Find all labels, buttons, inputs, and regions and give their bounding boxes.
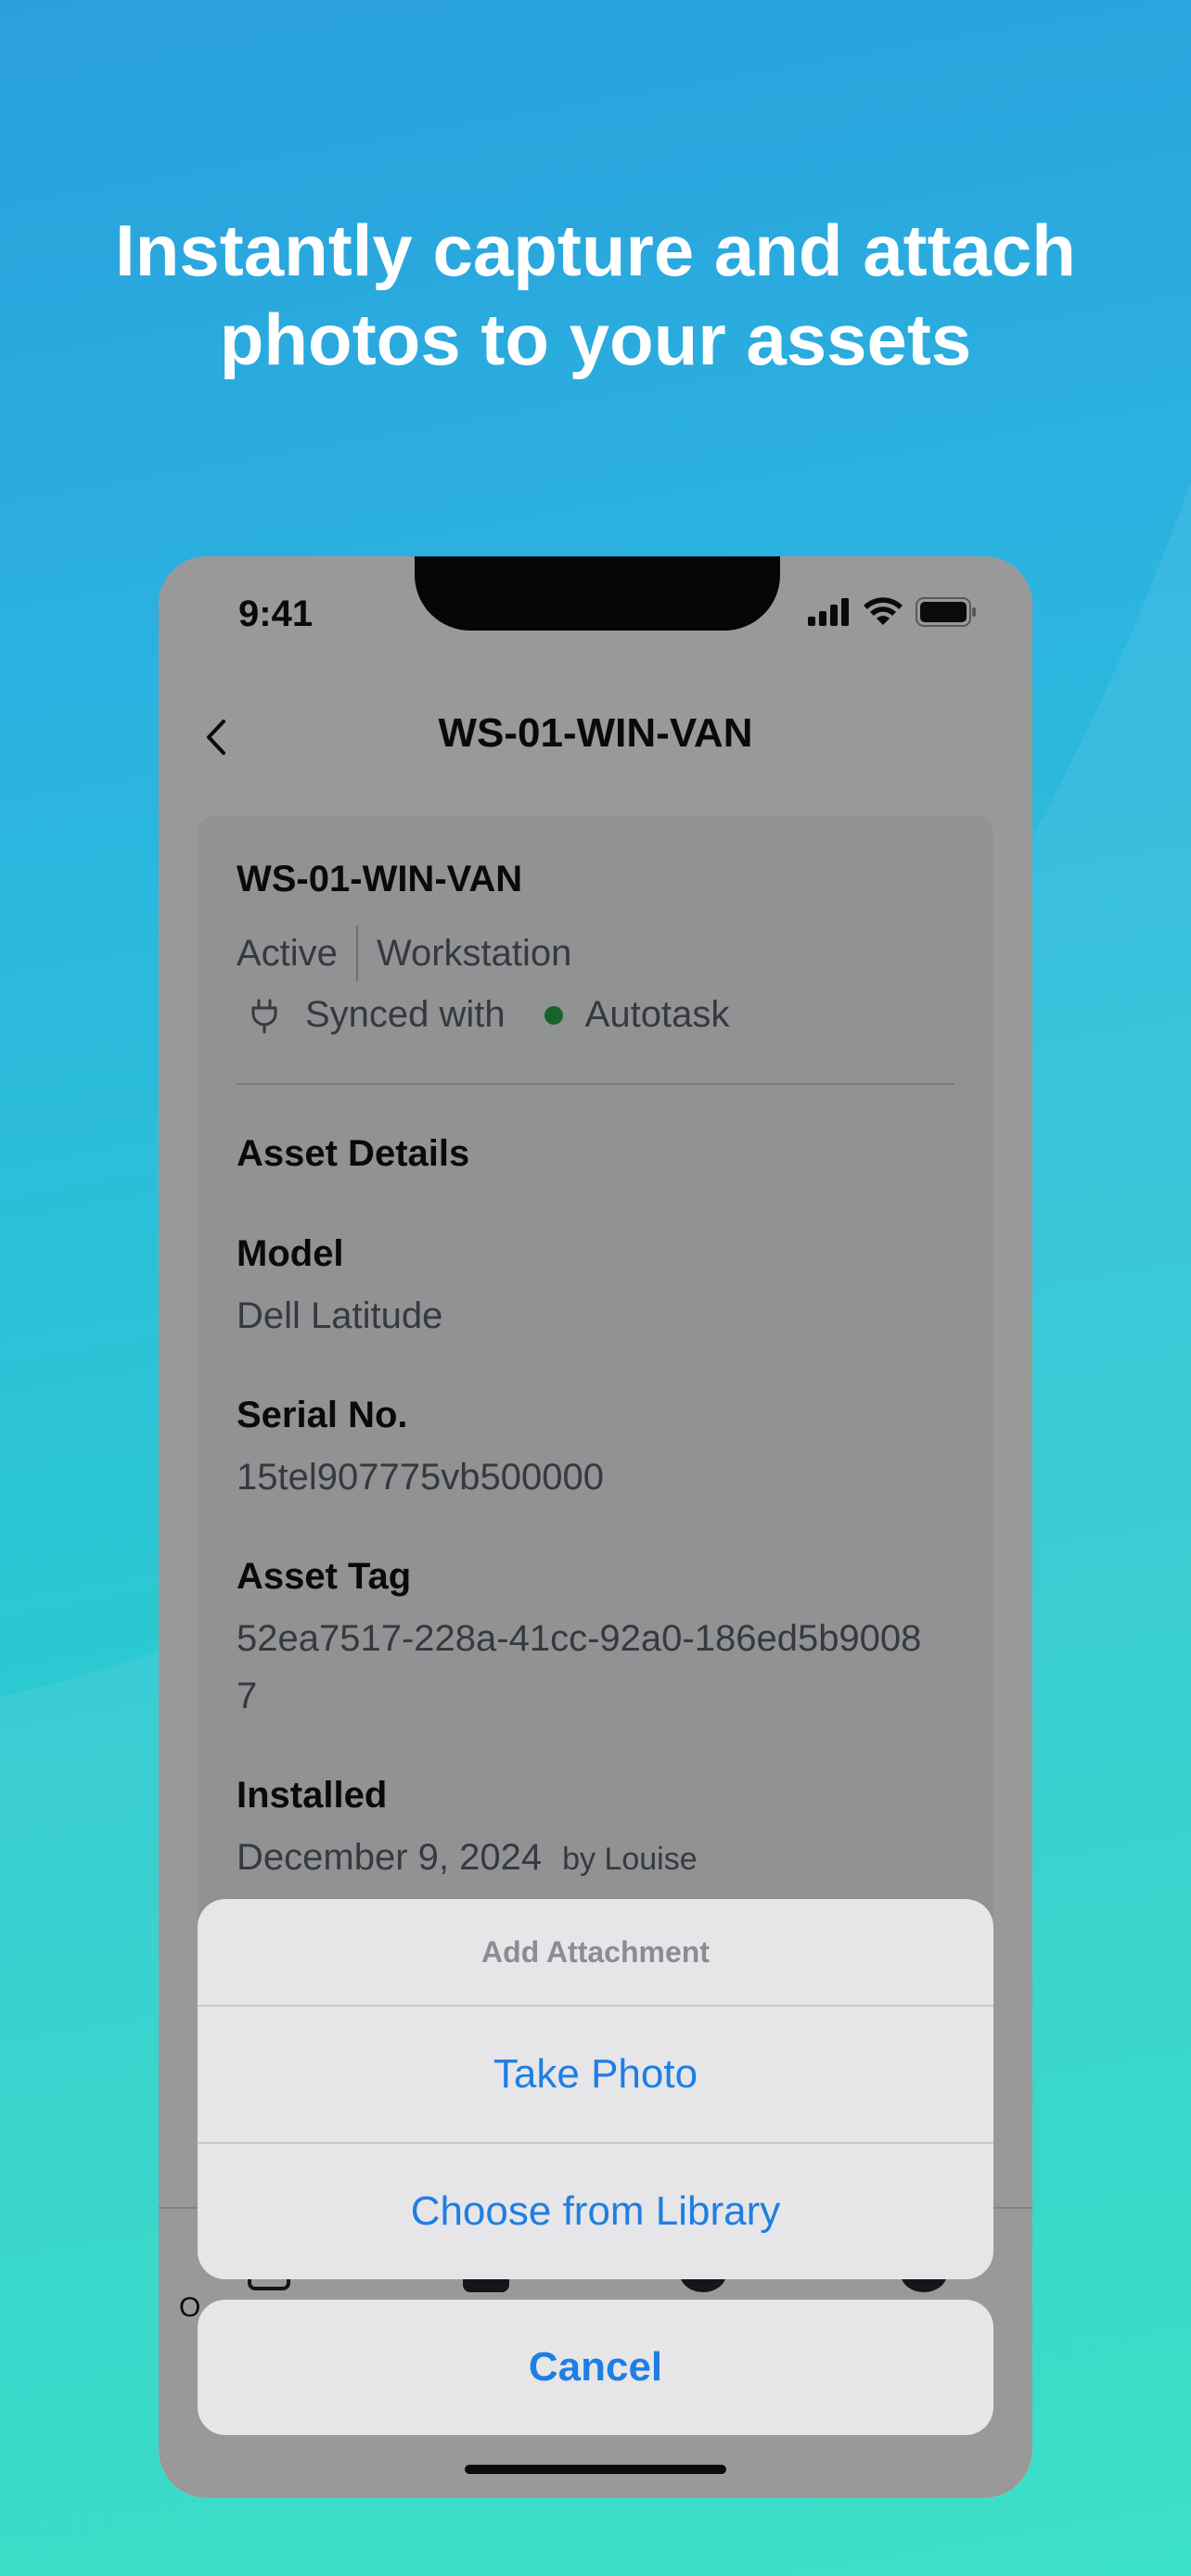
phone-screen: 9:41 WS-01-WIN-VAN WS-01-WIN-VAN Active [159,556,1032,2498]
headline-line-1: Instantly capture and attach [115,210,1076,291]
choose-from-library-button[interactable]: Choose from Library [198,2142,993,2279]
action-sheet-group: Add Attachment Take Photo Choose from Li… [198,1899,993,2279]
headline-line-2: photos to your assets [219,299,972,380]
marketing-headline: Instantly capture and attach photos to y… [0,206,1191,384]
action-sheet-title: Add Attachment [481,1935,710,1969]
action-sheet: Add Attachment Take Photo Choose from Li… [198,1899,993,2435]
cancel-button[interactable]: Cancel [198,2300,993,2435]
home-indicator [465,2465,726,2474]
take-photo-button[interactable]: Take Photo [198,2005,993,2142]
phone-notch [415,556,780,631]
